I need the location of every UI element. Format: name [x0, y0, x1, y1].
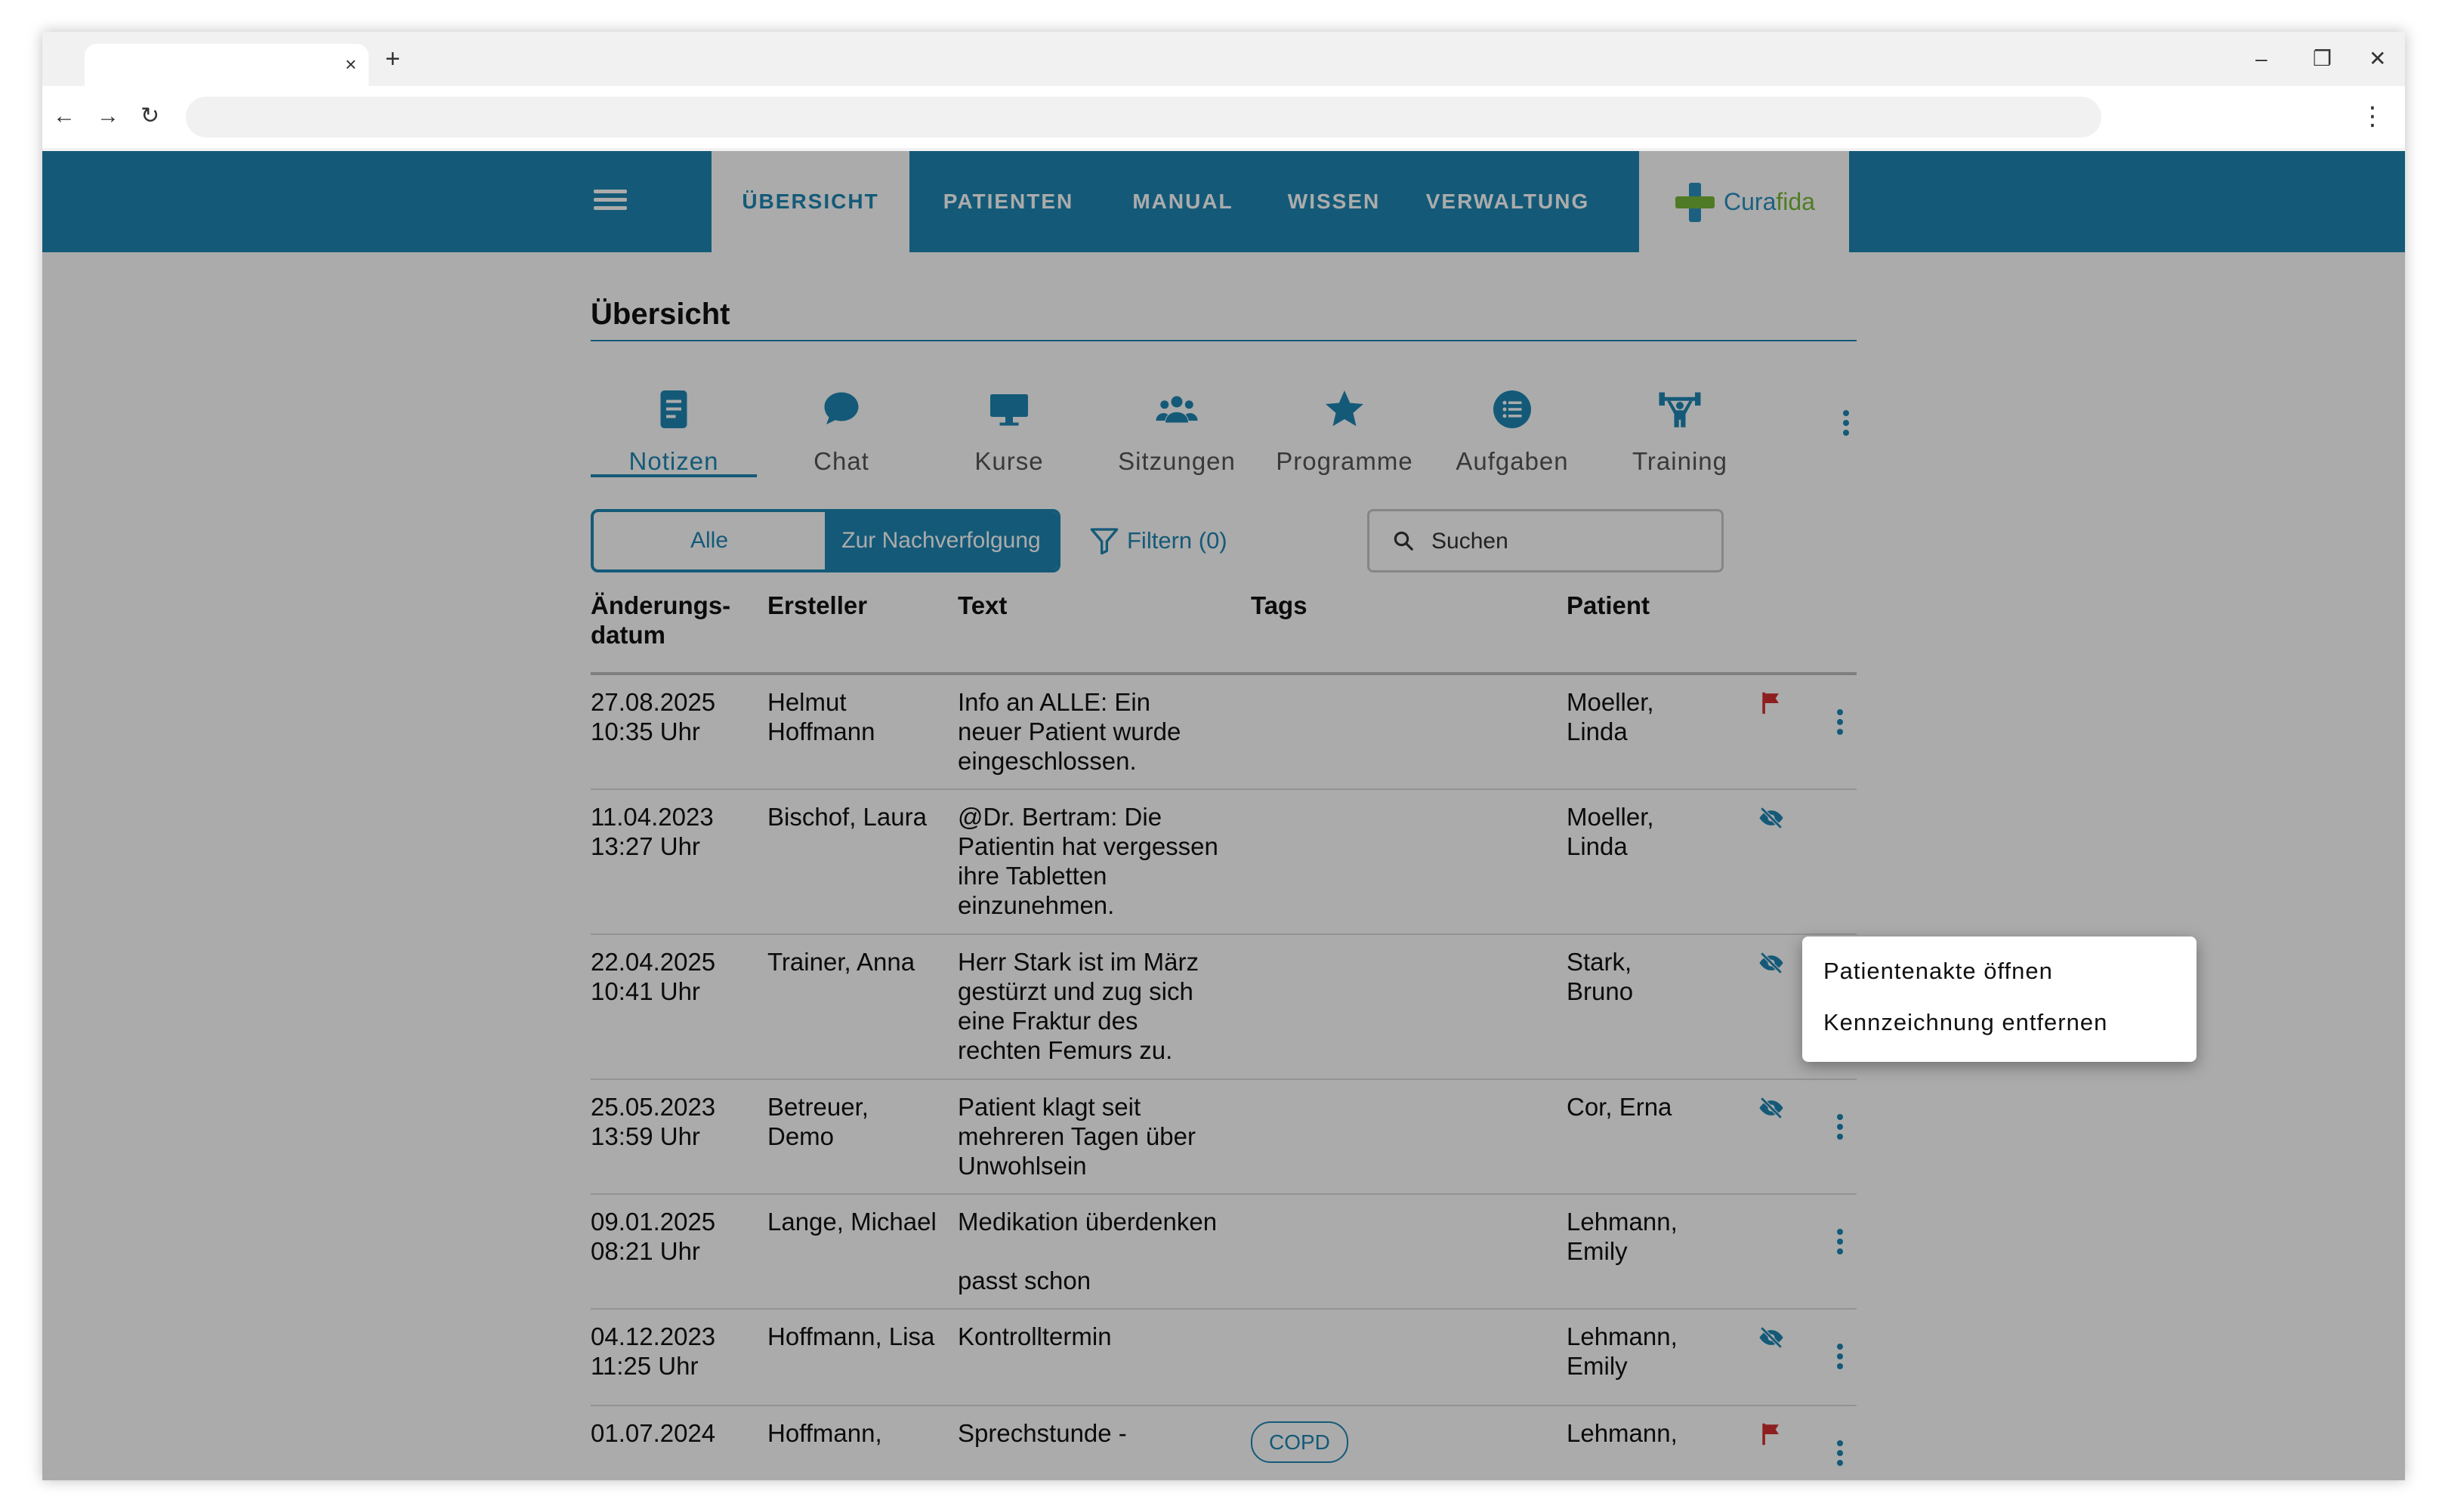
- forward-button[interactable]: →: [97, 101, 119, 131]
- menu-item-open-patient-record[interactable]: Patientenakte öffnen: [1823, 956, 2053, 986]
- reload-button[interactable]: ↻: [140, 101, 159, 131]
- close-window-button[interactable]: ✕: [2369, 45, 2386, 73]
- back-button[interactable]: ←: [53, 101, 76, 131]
- tab-strip: × + – ❐ ✕: [42, 32, 2405, 86]
- menu-item-remove-marking[interactable]: Kennzeichnung entfernen: [1823, 1007, 2107, 1038]
- browser-menu-button[interactable]: ⋮: [2360, 101, 2385, 131]
- browser-window: × + – ❐ ✕ ← → ↻ ⋮ ÜBERSICHT PATIENTEN MA…: [42, 32, 2405, 1480]
- browser-toolbar: ← → ↻ ⋮: [42, 86, 2405, 148]
- address-bar[interactable]: [186, 97, 2101, 137]
- new-tab-button[interactable]: +: [385, 44, 400, 74]
- restore-button[interactable]: ❐: [2313, 45, 2332, 73]
- close-tab-icon[interactable]: ×: [345, 51, 357, 77]
- minimize-button[interactable]: –: [2255, 45, 2268, 73]
- modal-backdrop[interactable]: [42, 151, 2405, 1480]
- browser-tab[interactable]: ×: [85, 44, 369, 86]
- app-content: ÜBERSICHT PATIENTEN MANUAL WISSEN VERWAL…: [42, 151, 2405, 1480]
- row-context-menu: Patientenakte öffnen Kennzeichnung entfe…: [1802, 937, 2197, 1062]
